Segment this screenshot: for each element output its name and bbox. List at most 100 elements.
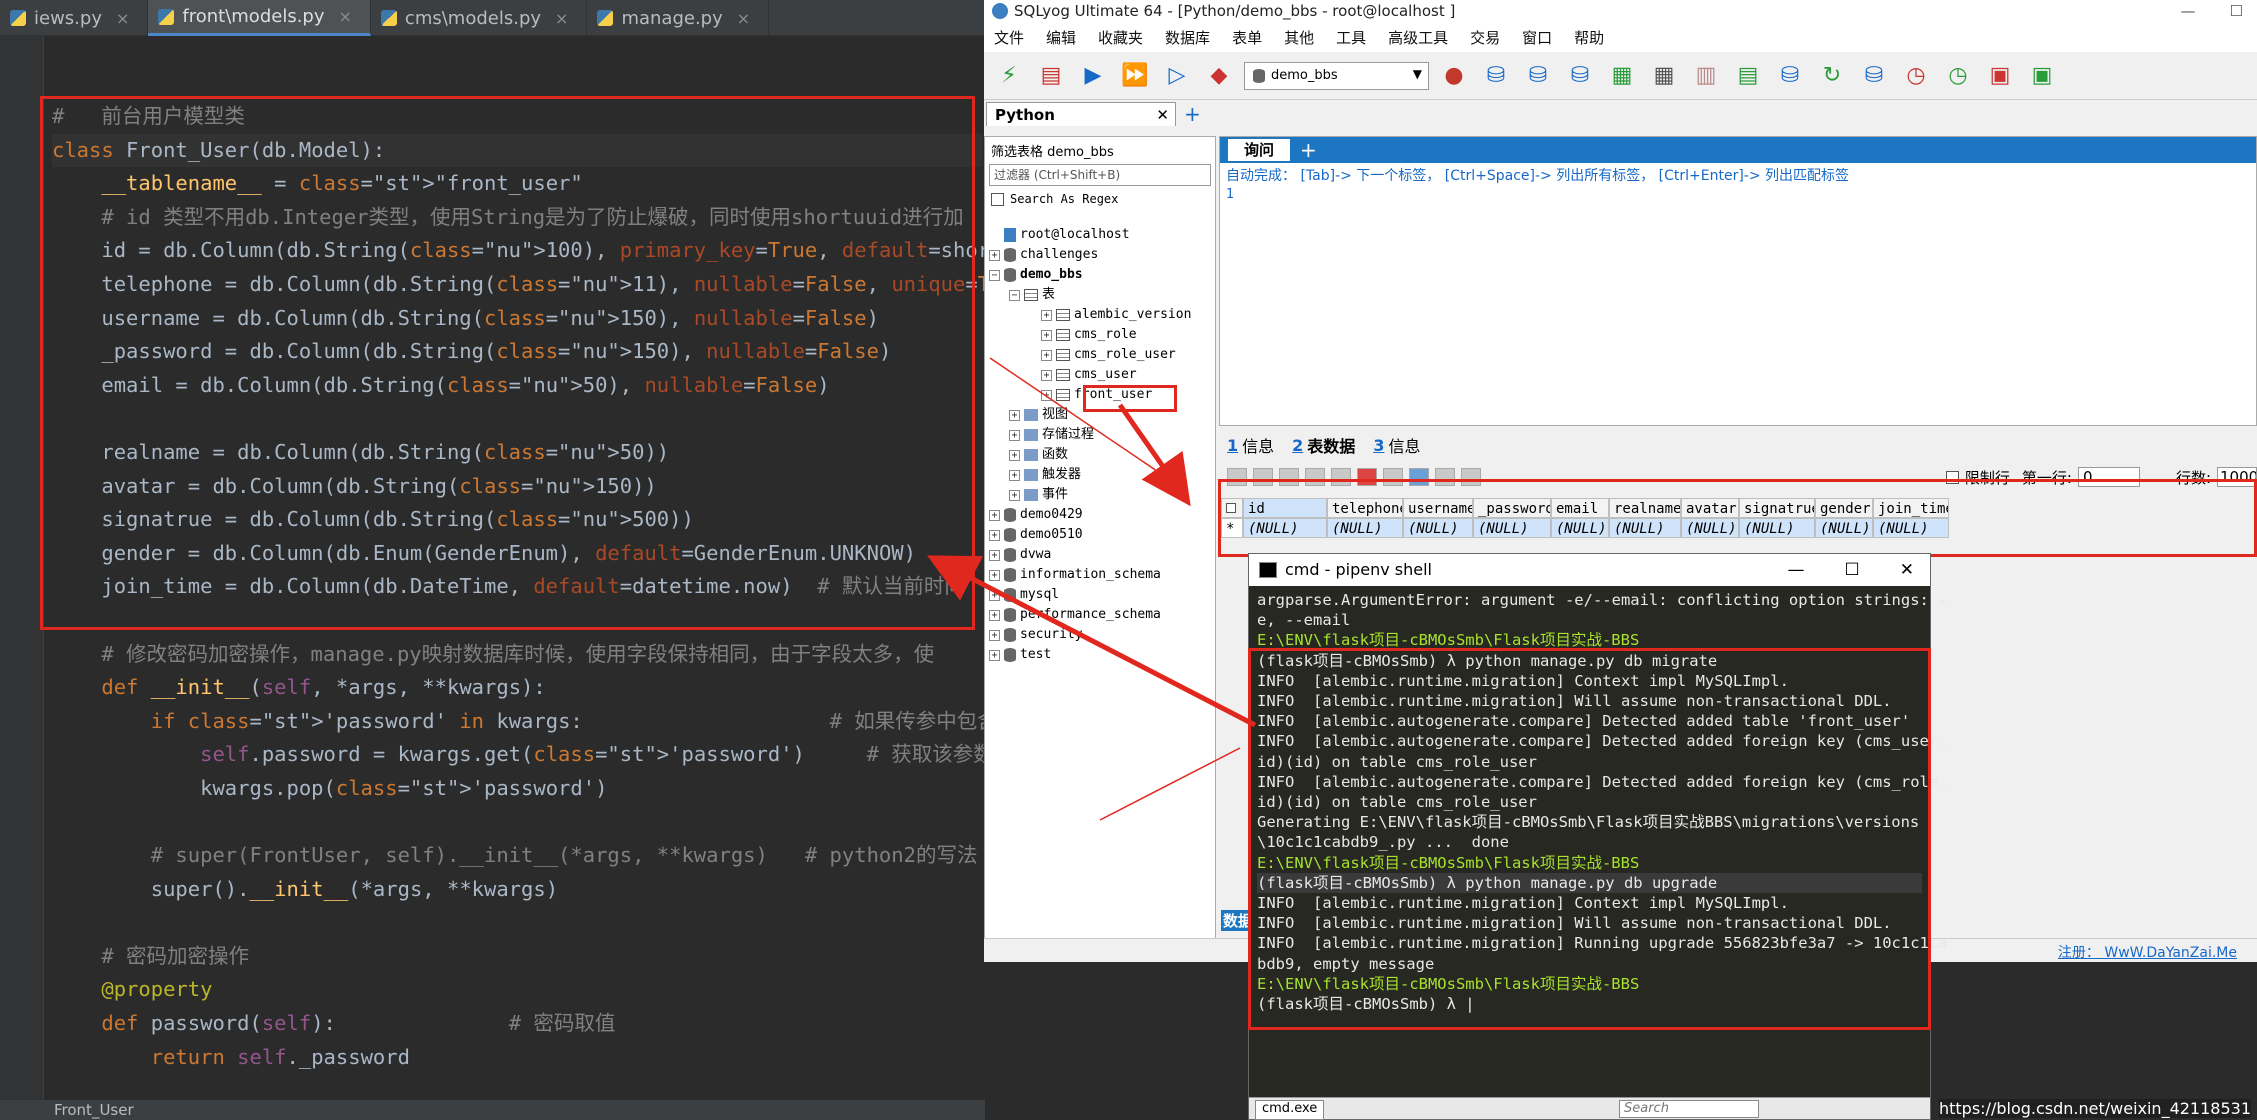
expand-toggle-icon[interactable]: + — [989, 649, 1000, 661]
result-tab[interactable]: 1 信息 — [1227, 433, 1274, 457]
grid-cell[interactable]: (NULL) — [1873, 518, 1949, 538]
tree-table[interactable]: + cms_role_user — [985, 345, 1217, 365]
code-area[interactable]: # 前台用户模型类 class Front_User(db.Model): __t… — [52, 100, 1126, 1074]
db-stack-icon[interactable]: ⛁ — [1563, 59, 1597, 93]
regex-checkbox[interactable] — [991, 192, 1004, 206]
schema-icon[interactable]: ▤ — [1731, 59, 1765, 93]
tree-database[interactable]: + demo0429 — [985, 505, 1217, 525]
filter-input[interactable]: 过滤器 (Ctrl+Shift+B) — [989, 164, 1211, 186]
tree-database[interactable]: + challenges — [985, 245, 1217, 265]
select-all-checkbox[interactable] — [1221, 498, 1243, 518]
expand-toggle-icon[interactable]: + — [989, 509, 1000, 521]
expand-toggle-icon[interactable]: + — [1009, 449, 1020, 461]
menu-item[interactable]: 高级工具 — [1388, 27, 1448, 48]
search-input[interactable]: Search — [1619, 1100, 1759, 1118]
close-icon[interactable]: ✕ — [1900, 554, 1914, 586]
paste-icon[interactable] — [1331, 468, 1351, 486]
tree-table[interactable]: + cms_user — [985, 365, 1217, 385]
tree-database[interactable]: + performance_schema — [985, 605, 1217, 625]
grid-column-header[interactable]: signatrue — [1739, 498, 1815, 518]
form-view-icon[interactable] — [1253, 468, 1273, 486]
add-query-tab-icon[interactable]: + — [1300, 138, 1317, 162]
execute-edit-icon[interactable]: ▷ — [1160, 59, 1194, 93]
grid-icon[interactable]: ▦ — [1647, 59, 1681, 93]
grid-column-header[interactable]: gender — [1815, 498, 1873, 518]
grid-column-header[interactable]: avatar — [1681, 498, 1739, 518]
text-mode-icon[interactable] — [1435, 468, 1455, 486]
menu-item[interactable]: 帮助 — [1574, 27, 1604, 48]
execute-all-icon[interactable]: ⏩ — [1118, 59, 1152, 93]
register-link[interactable]: 注册： WwW.DaYanZai.Me — [2058, 942, 2237, 962]
table-row[interactable]: * (NULL) (NULL) (NULL) (NULL) (NULL) (NULL) (NU… — [1221, 518, 2221, 538]
result-tab[interactable]: 3 信息 — [1373, 433, 1420, 457]
grid-column-header[interactable]: realname — [1609, 498, 1681, 518]
expand-toggle-icon[interactable]: + — [1009, 429, 1020, 441]
refresh-icon[interactable]: ↻ — [1815, 59, 1849, 93]
close-icon[interactable]: ✕ — [1156, 103, 1169, 127]
menu-item[interactable]: 窗口 — [1522, 27, 1552, 48]
menu-item[interactable]: 编辑 — [1046, 27, 1076, 48]
grid-cell[interactable]: (NULL) — [1739, 518, 1815, 538]
tree-database-active[interactable]: − demo_bbs — [985, 265, 1217, 285]
connection-tab-python[interactable]: Python ✕ — [986, 102, 1176, 126]
tree-database[interactable]: + test — [985, 645, 1217, 665]
close-icon[interactable]: × — [339, 7, 352, 26]
tree-folder[interactable]: + 事件 — [985, 485, 1217, 505]
tree-database[interactable]: + mysql — [985, 585, 1217, 605]
rows-input[interactable]: 1000 — [2217, 467, 2257, 487]
terminal-output[interactable]: argparse.ArgumentError: argument -e/--em… — [1249, 586, 1948, 1018]
grid-mode-icon[interactable] — [1409, 468, 1429, 486]
expand-toggle-icon[interactable]: + — [989, 549, 1000, 561]
schedule-icon[interactable]: ◷ — [1941, 59, 1975, 93]
editor-tab[interactable]: iews.py × — [0, 0, 149, 36]
menu-item[interactable]: 数据库 — [1165, 27, 1210, 48]
shapes-icon[interactable]: ◆ — [1202, 59, 1236, 93]
minimize-icon[interactable]: — — [2181, 0, 2196, 22]
expand-toggle-icon[interactable]: − — [1009, 289, 1020, 301]
close-icon[interactable]: × — [555, 9, 568, 28]
editor-tab[interactable]: cms\models.py × — [371, 0, 588, 36]
sync-db-icon[interactable]: ⛁ — [1773, 59, 1807, 93]
minimize-icon[interactable]: — — [1788, 554, 1805, 586]
first-row-input[interactable]: 0 — [2077, 467, 2140, 487]
user-icon[interactable]: ● — [1437, 59, 1471, 93]
grid-cell[interactable]: (NULL) — [1551, 518, 1609, 538]
grid-cell[interactable]: (NULL) — [1609, 518, 1681, 538]
expand-toggle-icon[interactable]: + — [989, 529, 1000, 541]
grid-column-header[interactable]: username — [1403, 498, 1473, 518]
expand-toggle-icon[interactable]: + — [989, 589, 1000, 601]
add-db-icon[interactable]: ⛁ — [1521, 59, 1555, 93]
save-icon[interactable] — [1279, 468, 1299, 486]
form-mode-icon[interactable] — [1461, 468, 1481, 486]
expand-toggle-icon[interactable]: + — [1009, 489, 1020, 501]
table-icon[interactable]: ▦ — [1605, 59, 1639, 93]
menu-item[interactable]: 工具 — [1336, 27, 1366, 48]
expand-toggle-icon[interactable]: + — [989, 609, 1000, 621]
grid-column-header[interactable]: join_time — [1873, 498, 1949, 518]
query-editor[interactable]: 询问 + 自动完成： [Tab]-> 下一个标签， [Ctrl+Space]->… — [1219, 136, 2257, 426]
connect-icon[interactable]: ⚡ — [992, 59, 1026, 93]
delete-row-icon[interactable] — [1357, 468, 1377, 486]
expand-toggle-icon[interactable]: + — [1041, 329, 1052, 341]
close-icon[interactable]: × — [116, 9, 129, 28]
grid-column-header[interactable]: _password — [1473, 498, 1551, 518]
editor-tab[interactable]: front\models.py × — [148, 0, 371, 36]
cmd-tab[interactable]: cmd.exe — [1255, 1100, 1325, 1120]
tree-table[interactable]: + front_user — [985, 385, 1217, 405]
grid-cell[interactable]: (NULL) — [1473, 518, 1551, 538]
grid-column-header[interactable]: telephone — [1327, 498, 1403, 518]
query-tab[interactable]: 询问 — [1228, 139, 1291, 161]
index-icon[interactable]: ▥ — [1689, 59, 1723, 93]
grid-cell[interactable]: (NULL) — [1403, 518, 1473, 538]
grid-column-header[interactable]: id — [1243, 498, 1327, 518]
expand-toggle-icon[interactable]: + — [1009, 409, 1020, 421]
tree-table[interactable]: + cms_role — [985, 325, 1217, 345]
backup-icon[interactable]: ⛁ — [1857, 59, 1891, 93]
limit-rows-checkbox[interactable] — [1945, 470, 1959, 484]
window-icon[interactable]: ▣ — [1983, 59, 2017, 93]
expand-toggle-icon[interactable]: + — [1041, 389, 1052, 401]
tree-tables-folder[interactable]: − 表 — [985, 285, 1217, 305]
grid-column-header[interactable]: email — [1551, 498, 1609, 518]
export-icon[interactable] — [1383, 468, 1403, 486]
grid-cell[interactable]: (NULL) — [1681, 518, 1739, 538]
